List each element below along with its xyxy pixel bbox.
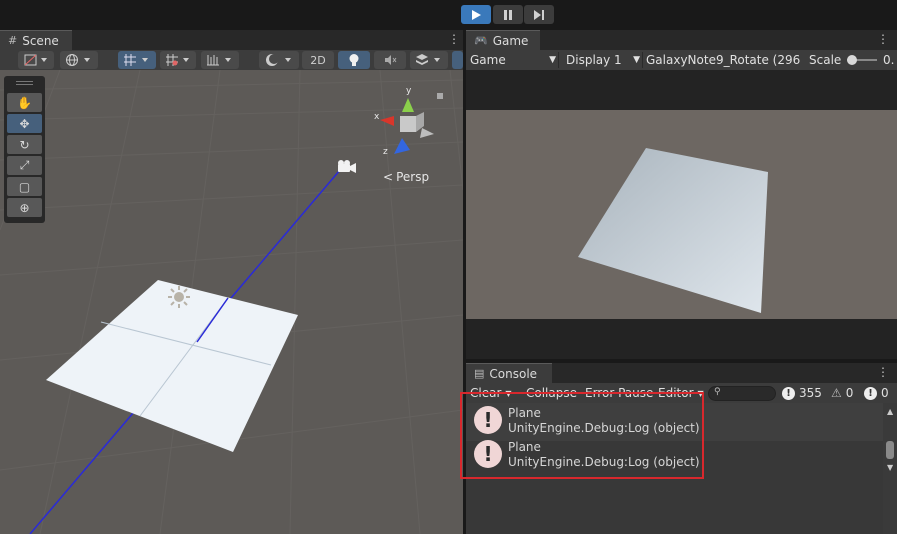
game-plane (578, 148, 768, 313)
game-viewport[interactable] (466, 70, 897, 359)
step-icon (534, 9, 544, 20)
display-dropdown[interactable]: Display 1 ▼ (566, 53, 640, 67)
gamepad-icon: 🎮 (474, 34, 488, 47)
play-toolbar (0, 0, 897, 30)
tab-scene[interactable]: # Scene (0, 30, 72, 50)
rect-tool-button[interactable]: ▢ (7, 177, 42, 196)
scale-slider-thumb[interactable] (847, 55, 857, 65)
ruler-icon (207, 55, 231, 66)
scale-icon: ⤢ (19, 158, 30, 172)
rect-icon: ▢ (18, 179, 31, 194)
grid-snap-button[interactable] (118, 51, 156, 69)
chevron-down-icon: ▼ (633, 55, 640, 65)
scrollbar-thumb[interactable] (886, 441, 894, 459)
play-icon (472, 9, 481, 20)
increment-snap-dropdown[interactable] (201, 51, 239, 69)
tab-game[interactable]: 🎮 Game (466, 30, 540, 50)
resolution-dropdown[interactable]: GalaxyNote9_Rotate (296 ▼ (646, 53, 800, 67)
gizmos-button[interactable] (452, 51, 463, 69)
toggle-2d-button[interactable]: 2D (302, 51, 334, 69)
pause-icon (504, 9, 512, 20)
scene-toolbar: 2D (0, 50, 463, 70)
search-input[interactable]: ⚲ (708, 386, 776, 401)
chevron-down-icon: ▼ (549, 55, 556, 65)
global-local-dropdown[interactable] (60, 51, 98, 69)
move-tool-button[interactable]: ✥ (7, 114, 42, 133)
hand-icon: ✋ (17, 95, 32, 110)
transform-icon: ⊕ (19, 200, 30, 215)
transform-tool-button[interactable]: ⊕ (7, 198, 42, 217)
game-toolbar: Game ▼ Display 1 ▼ GalaxyNote9_Rotate (2… (466, 50, 897, 70)
highlight-box (460, 392, 704, 479)
layers-icon (416, 54, 440, 65)
shading-mode-icon (24, 54, 47, 66)
scene-menu-icon[interactable]: ⋮ (447, 30, 461, 50)
info-icon: ! (864, 386, 877, 400)
pause-button[interactable] (493, 5, 523, 24)
tab-console[interactable]: ▤ Console (466, 363, 552, 383)
draw-mode-dropdown[interactable] (18, 51, 54, 69)
light-gizmo-icon[interactable] (168, 286, 190, 308)
axis-y-label: y (406, 86, 412, 96)
axis-x-label: x (374, 112, 380, 122)
console-menu-icon[interactable]: ⋮ (876, 363, 890, 383)
console-icon: ▤ (474, 367, 485, 380)
step-button[interactable] (524, 5, 554, 24)
game-menu-icon[interactable]: ⋮ (876, 30, 890, 50)
lightbulb-icon (349, 54, 359, 66)
rotate-tool-button[interactable]: ↻ (7, 135, 42, 154)
projection-toggle[interactable]: < Persp (383, 170, 429, 184)
grid-icon: # (8, 34, 18, 47)
game-render-area (466, 110, 897, 319)
scroll-down-icon[interactable]: ▼ (887, 463, 893, 472)
audio-toggle-button[interactable] (374, 51, 406, 69)
scale-value: 0. (883, 53, 895, 67)
info-toggle[interactable]: ! 0 (864, 386, 889, 400)
axis-z-label: z (383, 147, 388, 157)
draw-overlay-dropdown[interactable] (259, 51, 299, 69)
effects-dropdown[interactable] (410, 51, 448, 69)
hand-tool-button[interactable]: ✋ (7, 93, 42, 112)
scale-tool-button[interactable]: ⤢ (7, 156, 42, 175)
snap-increment-dropdown[interactable] (160, 51, 196, 69)
rotate-icon: ↻ (19, 137, 30, 152)
grid-snap-icon (124, 54, 148, 66)
search-icon: ⚲ (714, 387, 721, 397)
console-scrollbar[interactable]: ▲ ▼ (883, 403, 897, 534)
snap-increment-icon (166, 54, 189, 66)
tool-palette: ✋ ✥ ↻ ⤢ ▢ ⊕ (4, 76, 45, 223)
warning-toggle[interactable]: ⚠ 0 (831, 386, 853, 400)
view-mode-dropdown[interactable]: Game ▼ (470, 53, 556, 67)
audio-mute-icon (385, 55, 397, 65)
shading-sphere-icon (266, 54, 291, 66)
lighting-toggle-button[interactable] (338, 51, 370, 69)
move-icon: ✥ (19, 116, 30, 131)
gizmo-lock-icon[interactable] (437, 93, 443, 99)
perspective-icon: < (383, 170, 394, 184)
error-icon: ! (782, 386, 795, 400)
scene-viewport[interactable]: ✋ ✥ ↻ ⤢ ▢ ⊕ y x z < Persp (0, 70, 463, 534)
error-toggle[interactable]: ! 355 (782, 386, 822, 400)
camera-gizmo-icon[interactable] (336, 159, 358, 175)
globe-icon (66, 54, 90, 66)
scroll-up-icon[interactable]: ▲ (887, 407, 893, 416)
warning-icon: ⚠ (831, 386, 842, 400)
play-button[interactable] (461, 5, 491, 24)
scale-label: Scale (809, 53, 842, 67)
